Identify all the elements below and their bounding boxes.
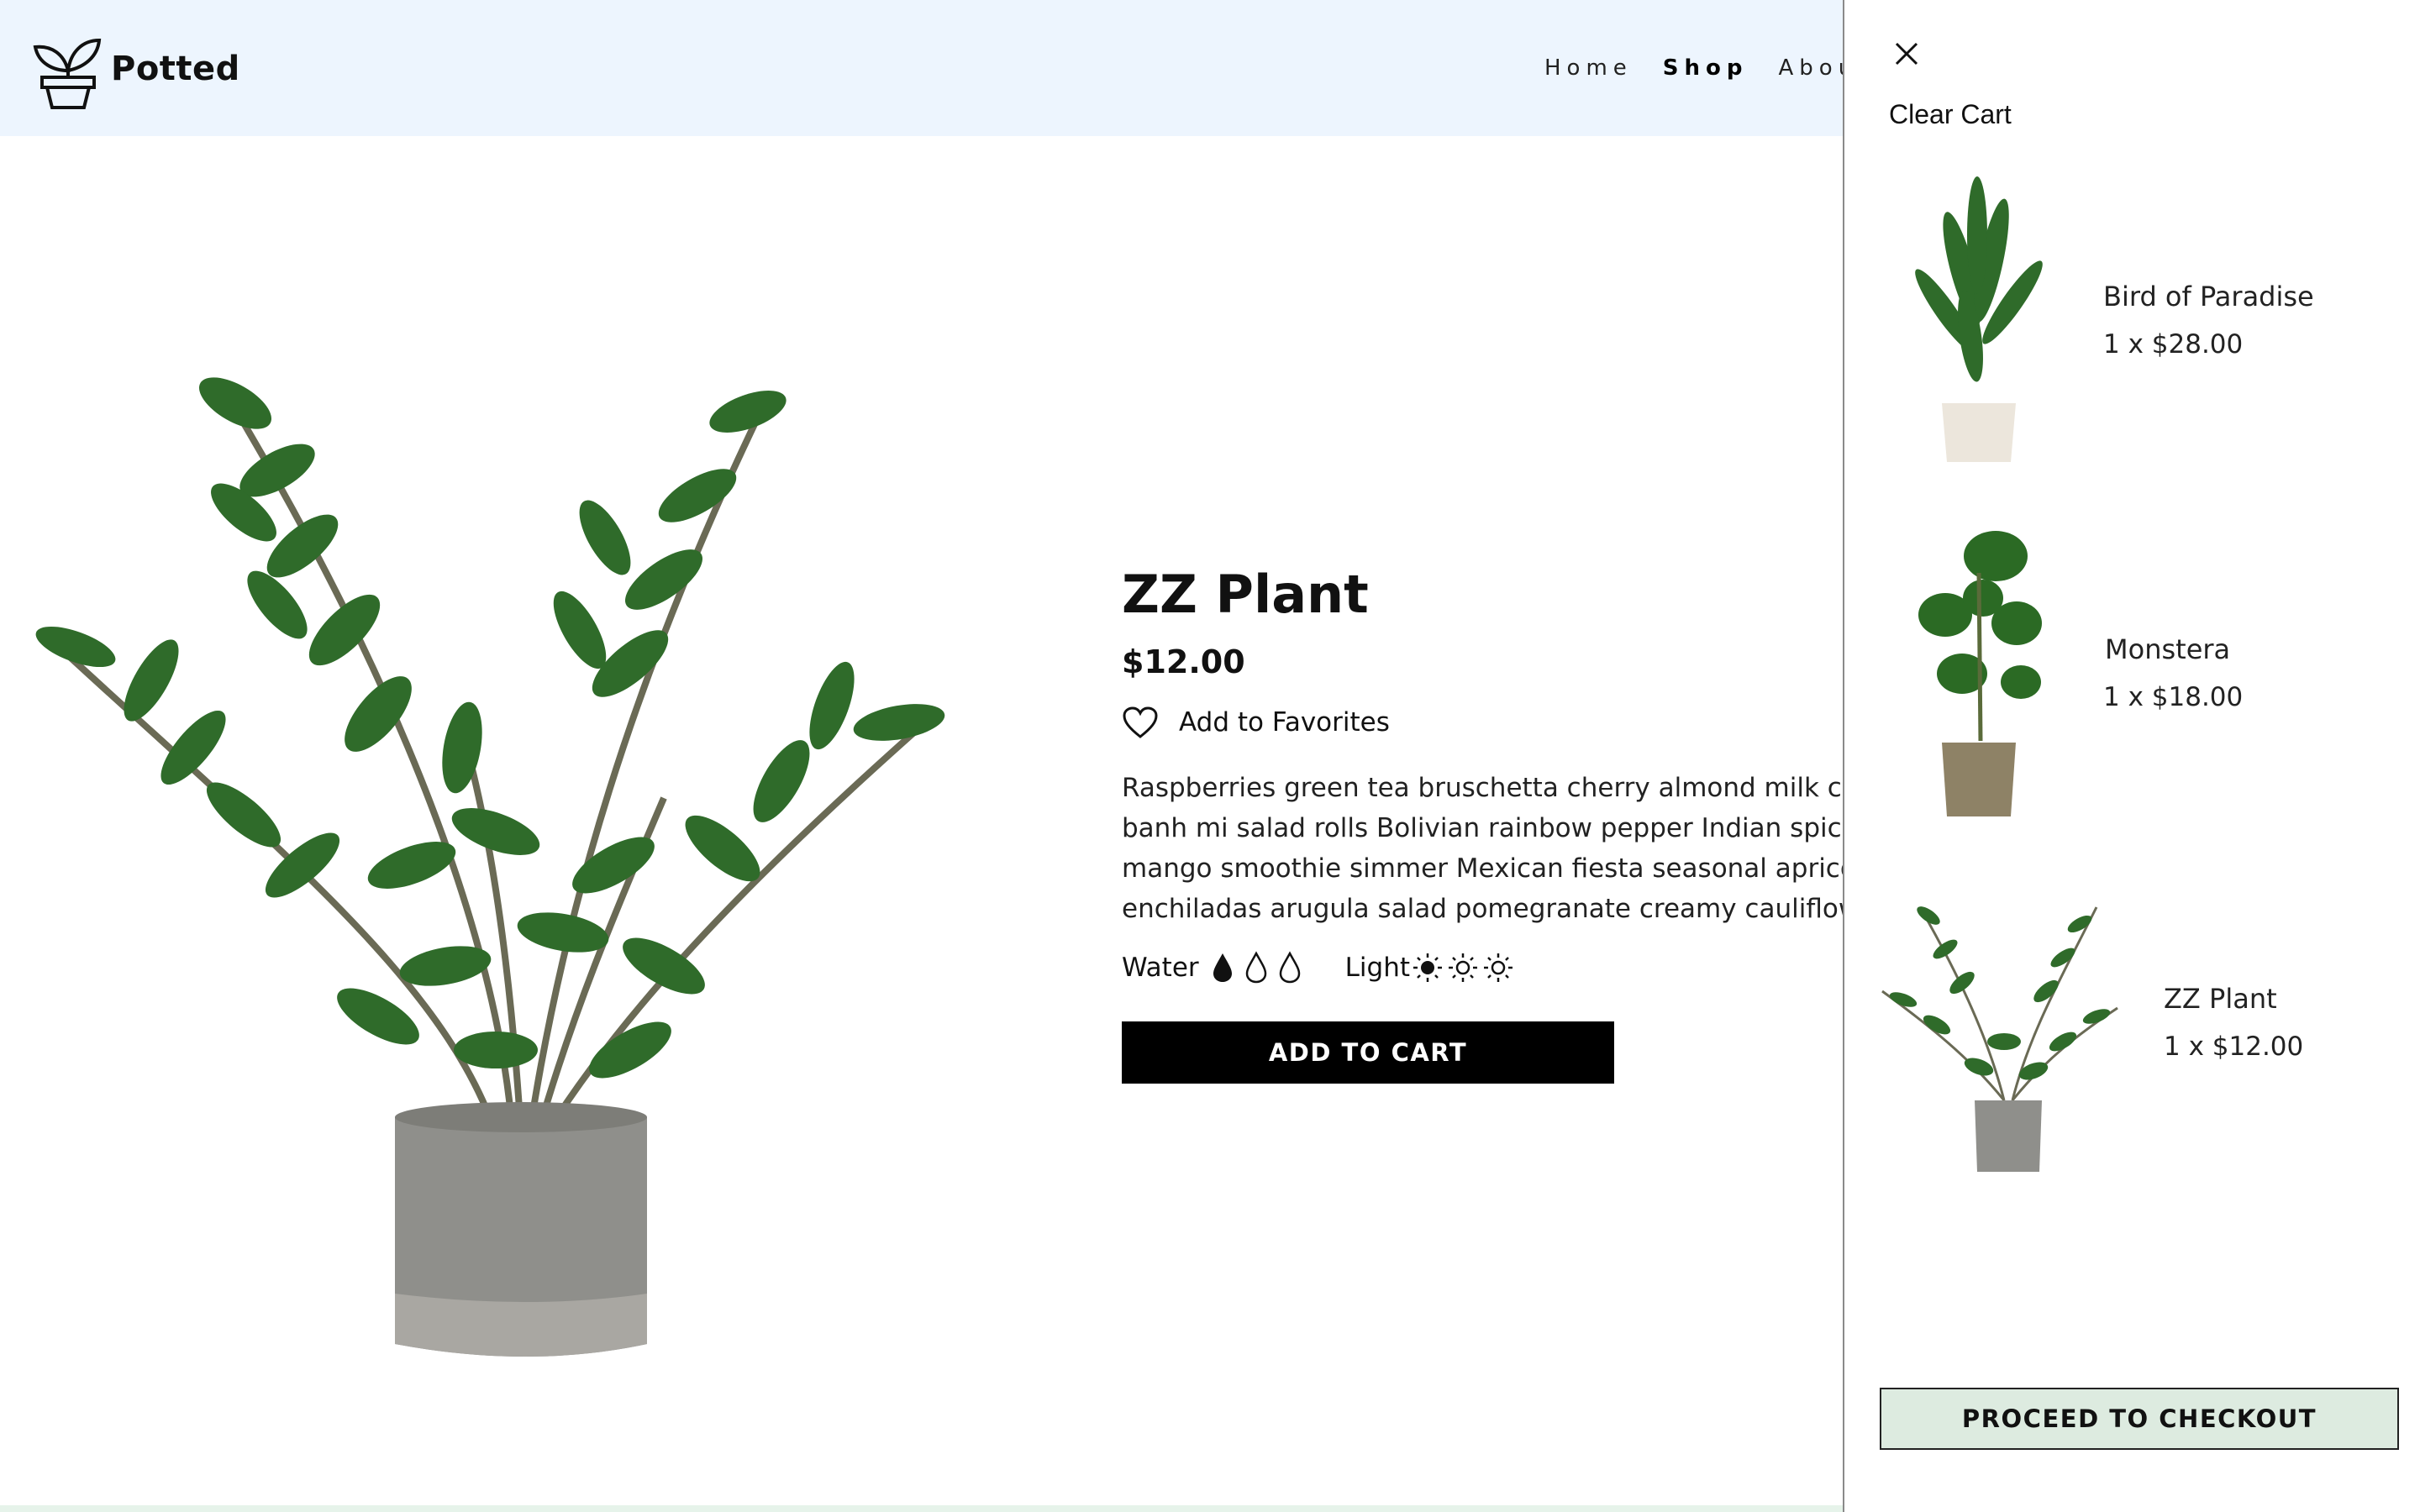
brand-name: Potted (111, 50, 240, 88)
light-label: Light (1344, 953, 1411, 983)
water-drop-outline-icon (1245, 951, 1266, 984)
description-line: enchiladas arugula salad pomegranate cre… (1122, 894, 1844, 924)
monstera-image (1918, 531, 2042, 816)
product-title: ZZ Plant (1122, 564, 1369, 625)
cart-drawer: Clear Cart Bird of Paradise 1 x $28.00 M… (1843, 0, 2420, 1512)
sun-filled-icon (1413, 953, 1443, 982)
cart-item-name: ZZ Plant (2164, 983, 2277, 1015)
footer-strip (0, 1505, 1843, 1512)
main-nav: Home Shop About (1544, 55, 1872, 81)
close-icon[interactable] (1890, 37, 1923, 71)
cart-item: Monstera 1 x $18.00 (1844, 522, 2420, 842)
add-to-cart-button[interactable]: ADD TO CART (1122, 1021, 1614, 1084)
zz-plant-image (1881, 906, 2118, 1172)
cart-item-qty-price: 1 x $18.00 (2103, 682, 2244, 712)
sun-outline-icon (1484, 953, 1513, 982)
sun-outline-icon (1449, 953, 1478, 982)
product-image (35, 377, 945, 1357)
cart-item-name: Monstera (2105, 633, 2231, 665)
care-info: Water Light (1122, 951, 1878, 984)
cart-item: ZZ Plant 1 x $12.00 (1844, 890, 2420, 1210)
clear-cart-button[interactable]: Clear Cart (1889, 99, 2012, 130)
nav-shop[interactable]: Shop (1663, 55, 1749, 81)
description-line: banh mi salad rolls Bolivian rainbow pep… (1122, 813, 1844, 843)
description-line: Raspberries green tea bruschetta cherry … (1122, 773, 1844, 803)
logo[interactable]: Potted (30, 29, 240, 109)
product-price: $12.00 (1122, 643, 1245, 680)
cart-item: Bird of Paradise 1 x $28.00 (1844, 168, 2420, 487)
cart-item-qty-price: 1 x $28.00 (2103, 329, 2244, 360)
description-line: mango smoothie simmer Mexican fiesta sea… (1122, 853, 1844, 884)
heart-icon (1123, 706, 1158, 738)
water-label: Water (1122, 953, 1199, 983)
add-to-favorites[interactable]: Add to Favorites (1122, 706, 1878, 739)
bird-of-paradise-image (1915, 176, 2043, 462)
cart-item-qty-price: 1 x $12.00 (2164, 1032, 2304, 1062)
nav-home[interactable]: Home (1544, 55, 1633, 81)
potted-plant-logo-icon (33, 38, 102, 109)
product-description: Raspberries green tea bruschetta cherry … (1122, 768, 1844, 929)
product-info: ZZ Plant $12.00 Add to Favorites Raspber… (1122, 561, 1878, 1084)
cart-item-name: Bird of Paradise (2103, 281, 2314, 312)
add-to-favorites-label: Add to Favorites (1179, 707, 1390, 738)
proceed-to-checkout-button[interactable]: PROCEED TO CHECKOUT (1880, 1388, 2399, 1450)
water-drop-outline-icon (1279, 951, 1300, 984)
water-drop-filled-icon (1213, 953, 1232, 982)
